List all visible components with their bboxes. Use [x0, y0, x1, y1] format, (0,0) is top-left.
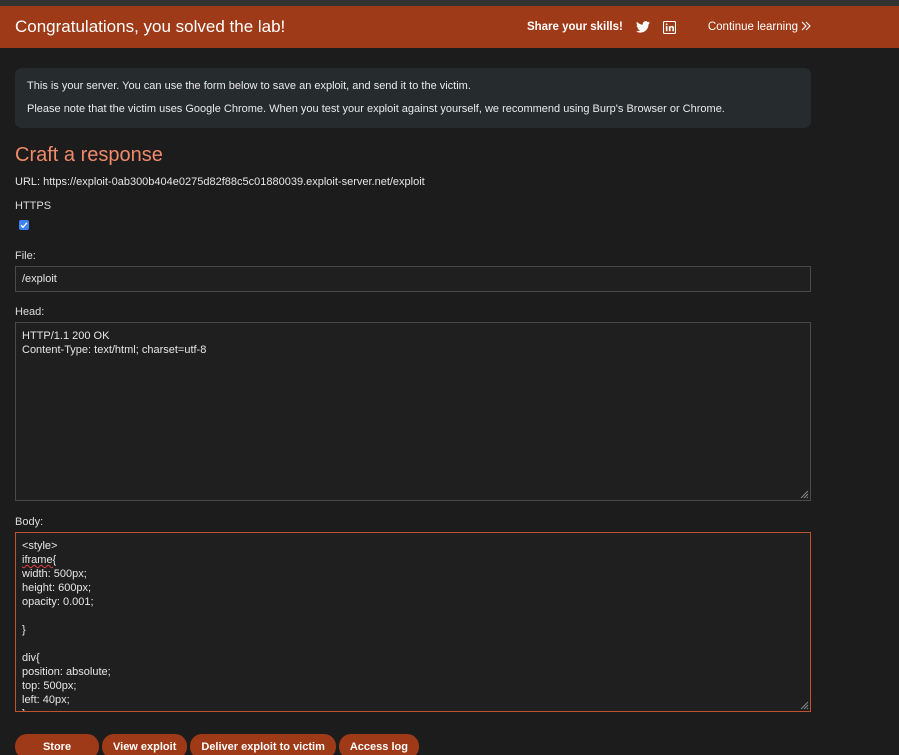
- resize-grip-icon[interactable]: [800, 490, 809, 499]
- continue-learning-label: Continue learning: [707, 21, 798, 33]
- file-label: File:: [15, 250, 36, 262]
- deliver-exploit-button[interactable]: Deliver exploit to victim: [190, 734, 336, 755]
- access-log-button[interactable]: Access log: [338, 734, 419, 755]
- body-line: <style>: [22, 540, 58, 552]
- https-checkbox[interactable]: [19, 220, 29, 230]
- head-line: HTTP/1.1 200 OK: [22, 330, 110, 342]
- body-line: }: [22, 707, 804, 711]
- main-content: This is your server. You can use the for…: [0, 68, 811, 755]
- banner-actions: Share your skills! Continue learning: [527, 19, 811, 35]
- info-line-1: This is your server. You can use the for…: [27, 80, 471, 92]
- double-chevron-right-icon: [801, 20, 811, 34]
- twitter-icon[interactable]: [635, 19, 651, 35]
- head-textarea[interactable]: HTTP/1.1 200 OK Content-Type: text/html; …: [15, 322, 811, 501]
- body-line: position: absolute;: [22, 666, 111, 678]
- body-line: height: 600px;: [22, 582, 92, 594]
- head-line: Content-Type: text/html; charset=utf-8: [22, 344, 207, 356]
- body-line: }: [22, 624, 26, 636]
- checkmark-icon: [20, 222, 28, 229]
- store-button[interactable]: Store: [15, 734, 99, 755]
- linkedin-icon[interactable]: [662, 19, 678, 35]
- body-label: Body:: [15, 516, 44, 528]
- body-line: width: 500px;: [22, 568, 87, 580]
- body-textarea[interactable]: <style> iframe{ width: 500px; height: 600px…: [15, 532, 811, 712]
- body-line: opacity: 0.001;: [22, 596, 94, 608]
- server-info-box: This is your server. You can use the for…: [15, 68, 811, 128]
- body-line: ​: [22, 609, 804, 623]
- info-line-2: Please note that the victim uses Google …: [27, 103, 725, 115]
- body-line: iframe{: [22, 554, 57, 566]
- exploit-url: URL: https://exploit-0ab300b404e0275d82f…: [15, 176, 425, 188]
- craft-response-heading: Craft a response: [15, 144, 163, 166]
- https-label: HTTPS: [15, 200, 52, 212]
- continue-learning-link[interactable]: Continue learning: [708, 20, 811, 34]
- body-line: div{: [22, 652, 40, 664]
- head-label: Head:: [15, 306, 45, 318]
- view-exploit-button[interactable]: View exploit: [102, 734, 188, 755]
- body-line: top: 500px;: [22, 680, 77, 692]
- action-buttons: Store View exploit Deliver exploit to vi…: [15, 734, 811, 755]
- banner-title: Congratulations, you solved the lab!: [15, 17, 286, 36]
- file-input[interactable]: /exploit: [15, 266, 811, 292]
- solved-banner: Congratulations, you solved the lab! Sha…: [0, 6, 899, 48]
- body-line: left: 40px;: [22, 694, 70, 706]
- resize-grip-icon[interactable]: [800, 701, 809, 710]
- share-label: Share your skills!: [526, 21, 623, 33]
- body-line: ​: [22, 637, 804, 651]
